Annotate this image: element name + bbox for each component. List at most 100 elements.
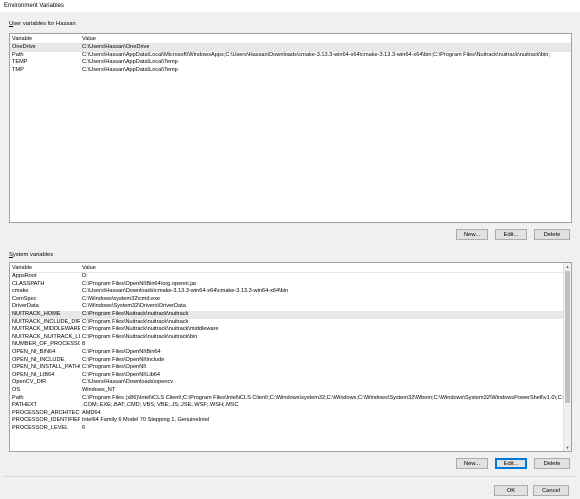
- variable-name-cell: NUITRACK_HOME: [12, 310, 61, 317]
- column-header-value[interactable]: Value: [82, 265, 96, 271]
- table-row[interactable]: OPEN_NI_LIB64 C:\Program Files\OpenNI\Lib…: [10, 372, 571, 380]
- table-row[interactable]: OneDrive C:\Users\Hassan\OneDrive: [10, 44, 571, 52]
- table-row[interactable]: OPEN_NI_INSTALL_PATH64 C:\Program Files\O…: [10, 364, 571, 372]
- footer-divider: [4, 476, 576, 477]
- table-row[interactable]: cmake C:\Users\Hassan\Downloads\cmake-3.1…: [10, 288, 571, 296]
- table-row[interactable]: NUITRACK_INCLUDE_DIR C:\Program Files\Nui…: [10, 319, 571, 327]
- scroll-up-icon[interactable]: ▲: [564, 263, 571, 270]
- variable-name-cell: DriverData: [12, 303, 39, 310]
- variable-name-cell: CLASSPATH: [12, 280, 45, 287]
- variable-name-cell: NUMBER_OF_PROCESSORS: [12, 341, 80, 348]
- variable-name-cell: TEMP: [12, 59, 28, 66]
- variable-name-cell: OPEN_NI_LIB64: [12, 371, 55, 378]
- user-edit-button[interactable]: Edit...: [495, 229, 527, 240]
- variable-name-cell: NUITRACK_NUITRACK_LIBR...: [12, 333, 80, 340]
- system-list-header: Variable Value: [10, 263, 571, 273]
- variable-value-cell: C:\Program Files\OpenNI\Bin64\org.openni…: [82, 280, 197, 287]
- user-new-button[interactable]: New...: [456, 229, 488, 240]
- variable-name-cell: TMP: [12, 66, 24, 73]
- variable-value-cell: C:\Program Files\Nuitrack\nuitrack\nuitr…: [82, 318, 189, 325]
- variable-name-cell: PROCESSOR_IDENTIFIER: [12, 417, 80, 424]
- variable-name-cell: cmake: [12, 288, 29, 295]
- variable-name-cell: PATHEXT: [12, 402, 37, 409]
- table-row[interactable]: OPEN_NI_BIN64 C:\Program Files\OpenNI\Bin…: [10, 349, 571, 357]
- variable-value-cell: C:\Program Files\Nuitrack\nuitrack\nuitr…: [82, 333, 198, 340]
- column-header-variable[interactable]: Variable: [12, 36, 32, 42]
- variable-name-cell: OPEN_NI_BIN64: [12, 348, 56, 355]
- variable-name-cell: OS: [12, 386, 21, 393]
- variable-value-cell: C:\Users\Hassan\Downloads\cmake-3.13.3-w…: [82, 288, 289, 295]
- variable-value-cell: Intel64 Family 6 Model 70 Stepping 1, Ge…: [82, 417, 210, 424]
- variable-value-cell: C:\Program Files\OpenNI\: [82, 364, 147, 371]
- table-row[interactable]: OS Windows_NT: [10, 387, 571, 395]
- user-variables-list[interactable]: Variable Value OneDrive C:\Users\Hassan\O…: [9, 33, 572, 223]
- variable-value-cell: C:\Program Files\Nuitrack\nuitrack\nuitr…: [82, 310, 189, 317]
- user-list-header: Variable Value: [10, 34, 571, 44]
- system-edit-button[interactable]: Edit...: [495, 458, 527, 469]
- variable-value-cell: AMD64: [82, 409, 101, 416]
- table-row[interactable]: PROCESSOR_ARCHITECTUREAMD64: [10, 410, 571, 418]
- table-row[interactable]: CLASSPATH C:\Program Files\OpenNI\Bin64\o…: [10, 281, 571, 289]
- scroll-down-icon[interactable]: ▼: [564, 444, 571, 451]
- column-header-variable[interactable]: Variable: [12, 265, 32, 271]
- system-delete-button[interactable]: Delete: [534, 458, 570, 469]
- table-row[interactable]: PROCESSOR_IDENTIFIER Intel64 Family 6 Mod…: [10, 417, 571, 425]
- system-variables-list[interactable]: Variable Value AppsRoot D: CLASSPATH C:\Pro…: [9, 262, 572, 452]
- variable-name-cell: OneDrive: [12, 44, 36, 50]
- variable-value-cell: C:\Users\Hassan\AppData\Local\Temp: [82, 66, 178, 73]
- table-row[interactable]: OPEN_NI_INCLUDE C:\Program Files\OpenNI\I…: [10, 357, 571, 365]
- system-new-button[interactable]: New...: [456, 458, 488, 469]
- variable-value-cell: C:\Program Files (x86)\Intel\iCLS Client…: [82, 394, 572, 401]
- title-bar: Environment Variables: [0, 0, 580, 12]
- variable-name-cell: OpenCV_DIR: [12, 379, 47, 386]
- variable-name-cell: NUITRACK_MIDDLEWARE_I...: [12, 326, 80, 333]
- variable-value-cell: C:\Program Files\OpenNI\Bin64: [82, 348, 161, 355]
- variable-value-cell: C:\Windows\System32\Drivers\DriverData: [82, 303, 186, 310]
- table-row[interactable]: TEMP C:\Users\Hassan\AppData\Local\Temp: [10, 59, 571, 67]
- scrollbar-thumb[interactable]: [565, 271, 570, 403]
- system-variables-label: System variables: [9, 252, 54, 258]
- table-row[interactable]: NUITRACK_MIDDLEWARE_I...C:\Program Files…: [10, 326, 571, 334]
- variable-name-cell: ComSpec: [12, 295, 37, 302]
- variable-value-cell: .COM;.EXE;.BAT;.CMD;.VBS;.VBE;.JS;.JSE;.…: [82, 402, 239, 409]
- variable-value-cell: C:\Program Files\Nuitrack\nuitrack\nuitr…: [82, 326, 219, 333]
- vertical-scrollbar[interactable]: ▲ ▼: [563, 263, 571, 451]
- cancel-button[interactable]: Cancel: [533, 485, 569, 496]
- variable-value-cell: C:\Users\Hassan\Downloads\opencv: [82, 379, 174, 386]
- user-variables-label: User variables for Hassan: [9, 21, 76, 27]
- user-delete-button[interactable]: Delete: [534, 229, 570, 240]
- variable-name-cell: PROCESSOR_ARCHITECTURE: [12, 409, 80, 416]
- table-row[interactable]: ComSpec C:\Windows\system32\cmd.exe: [10, 296, 571, 304]
- table-row[interactable]: PATHEXT .COM;.EXE;.BAT;.CMD;.VBS;.VBE;.JS…: [10, 402, 571, 410]
- variable-value-cell: C:\Program Files\OpenNI\Include: [82, 356, 165, 363]
- table-row[interactable]: TMP C:\Users\Hassan\AppData\Local\Temp: [10, 67, 571, 75]
- table-row[interactable]: AppsRoot D:: [10, 273, 571, 281]
- variable-name-cell: OPEN_NI_INCLUDE: [12, 356, 65, 363]
- variable-value-cell: Windows_NT: [82, 386, 116, 393]
- variable-value-cell: 6: [82, 424, 86, 431]
- variable-name-cell: PROCESSOR_LEVEL: [12, 424, 69, 431]
- column-header-value[interactable]: Value: [82, 36, 96, 42]
- table-row[interactable]: DriverData C:\Windows\System32\Drivers\Dr…: [10, 303, 571, 311]
- table-row[interactable]: NUITRACK_HOME C:\Program Files\Nuitrack\n…: [10, 310, 571, 319]
- variable-value-cell: C:\Users\Hassan\AppData\Local\Temp: [82, 59, 178, 66]
- table-row[interactable]: Path C:\Users\Hassan\AppData\Local\Micros…: [10, 52, 571, 60]
- variable-name-cell: Path: [12, 51, 24, 58]
- variable-name-cell: Path: [12, 394, 24, 401]
- table-row[interactable]: Path C:\Program Files (x86)\Intel\iCLS Cl…: [10, 395, 571, 403]
- table-row[interactable]: PROCESSOR_LEVEL 6: [10, 425, 571, 433]
- table-row[interactable]: OpenCV_DIR C:\Users\Hassan\Downloads\open…: [10, 379, 571, 387]
- variable-name-cell: AppsRoot: [12, 273, 37, 279]
- window-title: Environment Variables: [4, 3, 64, 9]
- table-row[interactable]: NUMBER_OF_PROCESSORS8: [10, 341, 571, 349]
- variable-name-cell: NUITRACK_INCLUDE_DIR: [12, 318, 80, 325]
- variable-value-cell: C:\Windows\system32\cmd.exe: [82, 295, 161, 302]
- variable-value-cell: C:\Users\Hassan\AppData\Local\Microsoft\…: [82, 51, 550, 58]
- table-row[interactable]: NUITRACK_NUITRACK_LIBR...C:\Program File…: [10, 334, 571, 342]
- variable-value-cell: C:\Users\Hassan\OneDrive: [82, 44, 150, 50]
- variable-value-cell: 8: [82, 341, 86, 348]
- variable-name-cell: OPEN_NI_INSTALL_PATH64: [12, 364, 80, 371]
- ok-button[interactable]: OK: [494, 485, 528, 496]
- variable-value-cell: D:: [82, 273, 88, 279]
- variable-value-cell: C:\Program Files\OpenNI\Lib64: [82, 371, 161, 378]
